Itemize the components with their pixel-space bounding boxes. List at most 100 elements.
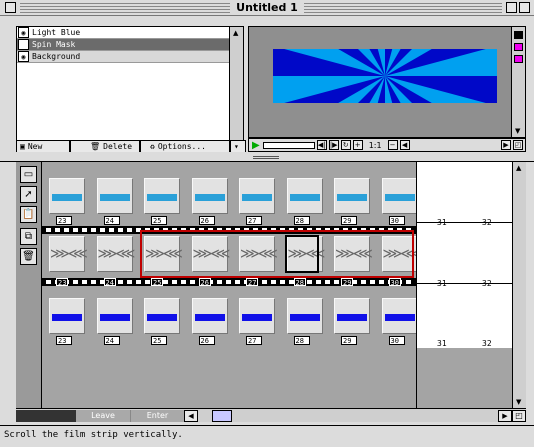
layer-name: Background: [32, 52, 81, 61]
scroll-left-arrow-icon[interactable]: ◀: [184, 409, 198, 422]
new-layer-icon: ▣: [20, 142, 25, 151]
mask-swatch-icon[interactable]: [514, 55, 523, 63]
scroll-thumb[interactable]: [212, 409, 232, 422]
scroll-down-arrow-icon[interactable]: ▼: [515, 127, 520, 135]
filmstrip-vertical-scrollbar[interactable]: ▲ ▼: [512, 162, 526, 408]
film-frame[interactable]: [191, 178, 228, 214]
cursor-icon[interactable]: ➚: [20, 186, 37, 203]
copy-icon[interactable]: ⧉: [20, 228, 37, 245]
layer-thumbnail: [384, 314, 415, 321]
frame-number: 27: [246, 278, 259, 287]
frame-number: 31: [437, 339, 447, 348]
eye-icon[interactable]: ◉: [18, 27, 29, 38]
frame-number: 30: [388, 278, 401, 287]
layer-thumbnail: [99, 194, 130, 201]
fit-icon[interactable]: −: [387, 140, 398, 150]
frame-number: 26: [198, 278, 211, 287]
layer-row[interactable]: ◉ Light Blue: [17, 27, 229, 39]
leave-button[interactable]: Leave: [76, 409, 130, 422]
play-icon[interactable]: ▶: [252, 140, 260, 151]
layer-thumbnail: [147, 314, 177, 321]
frame-number: 24: [103, 278, 116, 287]
frame-number: 26: [198, 336, 215, 345]
step-back-icon[interactable]: ◀|: [316, 140, 327, 150]
preview-side-tools: ▼: [512, 26, 526, 138]
filmstrip-horizontal-scrollbar[interactable]: Leave Enter ◀ ▶ ◰: [16, 408, 526, 422]
divider-grip[interactable]: [253, 156, 279, 159]
film-frame[interactable]: [49, 178, 85, 214]
frame-selection: [140, 230, 414, 278]
film-frame[interactable]: [334, 298, 370, 334]
scroll-right-arrow-icon[interactable]: ▶: [501, 140, 511, 150]
film-frame[interactable]: [381, 178, 416, 214]
pink-swatch-icon[interactable]: [514, 43, 523, 51]
playback-slider[interactable]: [262, 141, 315, 149]
layers-scrollbar[interactable]: ▲ ▼: [230, 26, 244, 152]
film-frame[interactable]: [144, 178, 180, 214]
film-frame[interactable]: [144, 298, 180, 334]
film-frame[interactable]: [381, 298, 416, 334]
scroll-down-arrow-icon[interactable]: ▼: [516, 398, 521, 406]
filmstrip[interactable]: 23 24 25 26 27 28 29 30 ⋙⋘ ⋙⋘ ⋙⋘ ⋙⋘ ⋙⋘ ⋙⋘ ⋙⋘ ⋙⋘ 23 24 25 26…: [42, 162, 416, 408]
scroll-left-arrow-icon[interactable]: ◀: [399, 140, 410, 150]
film-perforation: 23 24 25 26 27 28 29 30: [42, 278, 416, 287]
scroll-up-arrow-icon[interactable]: ▲: [516, 164, 521, 172]
spin-mask-thumbnail: ⋙⋘: [97, 246, 136, 262]
loop-icon[interactable]: ↻: [340, 140, 351, 150]
black-swatch-icon[interactable]: [514, 31, 523, 39]
window-icon[interactable]: ▭: [20, 166, 37, 183]
film-frame[interactable]: [286, 298, 323, 334]
scroll-up-arrow-icon[interactable]: ▲: [233, 29, 238, 37]
film-frame[interactable]: [239, 178, 275, 214]
resize-icon[interactable]: ◰: [513, 140, 523, 150]
film-frame[interactable]: [286, 178, 323, 214]
add-frame-icon[interactable]: +: [352, 140, 363, 150]
film-frame[interactable]: [191, 298, 228, 334]
frame-number: 23: [56, 216, 72, 225]
frame-number: 28: [293, 278, 306, 287]
zoom-box-icon[interactable]: [506, 2, 517, 13]
frame-number: 24: [103, 216, 120, 225]
film-frame[interactable]: [49, 298, 85, 334]
trash-icon[interactable]: 🗑: [20, 248, 37, 265]
film-frame[interactable]: ⋙⋘: [49, 236, 88, 272]
frame-number: 26: [198, 216, 215, 225]
preview-controls: ▶ ◀| |▶ ↻ + 1:1 − ◀ ▶ ◰: [248, 138, 526, 152]
frame-number: 28: [293, 216, 310, 225]
layer-row[interactable]: ◉ Spin Mask: [17, 39, 229, 51]
collapse-box-icon[interactable]: [519, 2, 530, 13]
status-text: Scroll the film strip vertically.: [4, 430, 183, 440]
empty-timeline-lower: [416, 348, 512, 408]
film-frame[interactable]: ⋙⋘: [96, 236, 136, 272]
status-bar: Scroll the film strip vertically.: [0, 425, 534, 447]
film-frame[interactable]: [96, 298, 133, 334]
frame-number: 23: [56, 278, 69, 287]
window-title: Untitled 1: [0, 1, 534, 14]
frame-number: 25: [151, 216, 167, 225]
layer-thumbnail: [194, 314, 225, 321]
current-frame-highlight: [285, 235, 319, 273]
layer-name: Spin Mask: [32, 40, 76, 49]
paste-icon[interactable]: 📋: [20, 206, 37, 223]
frame-number: 30: [388, 216, 405, 225]
layer-row[interactable]: ◉ Background: [17, 51, 229, 63]
row-separator: [417, 222, 513, 223]
scroll-right-arrow-icon[interactable]: ▶: [498, 409, 512, 422]
scroll-track-dark: [16, 409, 76, 422]
title-bar[interactable]: Untitled 1: [0, 0, 534, 16]
layer-thumbnail: [52, 194, 82, 201]
layer-thumbnail: [194, 194, 225, 201]
layers-list[interactable]: ◉ Light Blue ◉ Spin Mask ◉ Background: [16, 26, 230, 152]
layer-thumbnail: [384, 194, 415, 201]
eye-icon[interactable]: ◉: [18, 39, 29, 50]
layer-thumbnail: [242, 314, 272, 321]
eye-icon[interactable]: ◉: [18, 51, 29, 62]
zoom-level: 1:1: [368, 140, 382, 150]
enter-button[interactable]: Enter: [130, 409, 184, 422]
film-frame[interactable]: [239, 298, 275, 334]
resize-icon[interactable]: ◰: [512, 409, 526, 422]
film-frame[interactable]: [334, 178, 370, 214]
layer-thumbnail: [147, 194, 177, 201]
film-frame[interactable]: [96, 178, 133, 214]
step-forward-icon[interactable]: |▶: [328, 140, 339, 150]
